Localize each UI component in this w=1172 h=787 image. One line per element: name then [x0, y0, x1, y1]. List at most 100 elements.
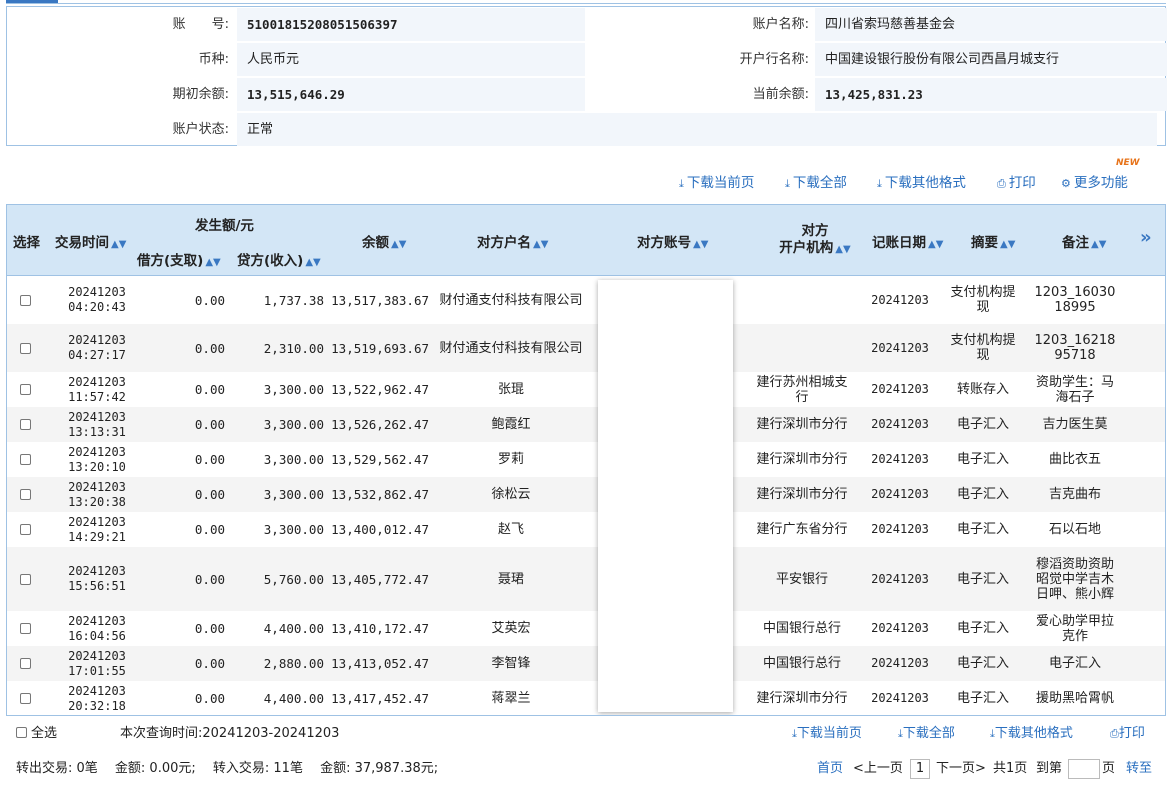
- row-summary: 电子汇入: [956, 621, 1009, 636]
- row-select[interactable]: [20, 646, 36, 681]
- print-button[interactable]: ⎙ 打印: [997, 172, 1036, 194]
- col-balance[interactable]: 余额 ▲▼: [362, 231, 406, 251]
- row-time: 20241203 04:27:17: [68, 333, 126, 362]
- current-balance-value: 13,425,831.23: [815, 78, 1167, 111]
- row-time: 20241203 13:13:31: [68, 409, 126, 439]
- table-row: 20241203 20:32:18 0.00 4,400.00 13,417,452.4…: [7, 681, 1165, 715]
- row-debit: 0.00: [194, 487, 225, 502]
- select-all-checkbox[interactable]: [16, 727, 27, 738]
- row-checkbox[interactable]: [20, 658, 31, 669]
- row-debit: 0.00: [194, 292, 225, 308]
- download-other-format-button[interactable]: ⤓ 下载其他格式: [877, 172, 966, 194]
- row-select[interactable]: [20, 681, 36, 715]
- download-icon: ⤓: [877, 177, 882, 190]
- row-balance: 13,417,452.47: [331, 691, 429, 706]
- row-checkbox[interactable]: [20, 693, 31, 704]
- footer-print-button[interactable]: ⎙打印: [1110, 724, 1145, 744]
- row-checkbox[interactable]: [20, 419, 31, 430]
- download-page-button[interactable]: ⤓ 下载当前页: [679, 172, 754, 194]
- select-all[interactable]: 全选: [16, 724, 57, 744]
- row-counterparty-bank: 建行深圳市分行: [756, 487, 848, 502]
- goto-button[interactable]: 转至: [1126, 759, 1152, 779]
- row-select[interactable]: [20, 276, 36, 324]
- col-time[interactable]: 交易时间 ▲▼: [55, 231, 126, 251]
- row-checkbox[interactable]: [20, 384, 31, 395]
- next-page-link[interactable]: 下一页>: [936, 759, 986, 779]
- row-time: 20241203 15:56:51: [68, 564, 126, 593]
- row-select[interactable]: [20, 442, 36, 477]
- bank-name-label: 开户行名称:: [739, 52, 809, 67]
- col-credit[interactable]: 贷方(收入) ▲▼: [237, 249, 321, 269]
- row-select[interactable]: [20, 512, 36, 547]
- row-credit: 5,760.00: [263, 571, 324, 587]
- current-page: 1: [910, 759, 930, 779]
- sort-icon: ▲▼: [205, 257, 221, 268]
- sort-icon: ▲▼: [693, 239, 709, 250]
- footer-download-other-button[interactable]: ⤓下载其他格式: [990, 724, 1073, 744]
- account-name-label: 账户名称:: [752, 17, 809, 32]
- col-debit[interactable]: 借方(支取) ▲▼: [137, 249, 221, 269]
- row-counterparty-name: 财付通支付科技有限公司: [439, 340, 583, 356]
- sort-icon: ▲▼: [111, 239, 127, 250]
- col-select: 选择: [13, 235, 40, 251]
- row-select[interactable]: [20, 407, 36, 442]
- row-select[interactable]: [20, 324, 36, 372]
- row-select[interactable]: [20, 477, 36, 512]
- download-all-button[interactable]: ⤓ 下载全部: [785, 172, 847, 194]
- col-counterparty-account[interactable]: 对方账号 ▲▼: [637, 231, 708, 251]
- table-row: 20241203 13:20:38 0.00 3,300.00 13,532,862.4…: [7, 477, 1165, 512]
- row-note: 吉克曲布: [1048, 487, 1101, 502]
- row-post-date: 20241203: [871, 522, 929, 536]
- row-credit: 2,310.00: [263, 340, 324, 356]
- table-row: 20241203 15:56:51 0.00 5,760.00 13,405,772.4…: [7, 547, 1165, 611]
- row-select[interactable]: [20, 547, 36, 611]
- row-time: 20241203 14:29:21: [68, 514, 126, 544]
- row-balance: 13,405,772.47: [331, 571, 429, 587]
- row-checkbox[interactable]: [20, 623, 31, 634]
- col-counterparty-bank[interactable]: 对方 开户机构 ▲▼: [775, 223, 855, 258]
- account-no-value: 51001815208051506397: [237, 8, 585, 41]
- col-post-date[interactable]: 记账日期 ▲▼: [872, 231, 943, 251]
- row-credit: 3,300.00: [263, 452, 324, 467]
- printer-icon: ⎙: [1110, 727, 1119, 740]
- row-counterparty-name: 徐松云: [491, 487, 531, 502]
- row-summary: 支付机构提现: [950, 333, 1016, 363]
- sort-icon: ▲▼: [305, 257, 321, 268]
- footer-download-page-button[interactable]: ⤓下载当前页: [792, 724, 862, 744]
- row-select[interactable]: [20, 611, 36, 646]
- col-summary[interactable]: 摘要 ▲▼: [971, 231, 1015, 251]
- row-debit: 0.00: [194, 417, 225, 432]
- row-credit: 2,880.00: [263, 656, 324, 671]
- row-debit: 0.00: [194, 452, 225, 467]
- row-counterparty-bank: 中国银行总行: [762, 621, 841, 636]
- row-checkbox[interactable]: [20, 454, 31, 465]
- row-time: 20241203 13:20:38: [68, 479, 126, 509]
- tab-divider: [6, 3, 1166, 4]
- currency-label: 币种:: [198, 52, 229, 67]
- prev-page-link[interactable]: <上一页: [853, 759, 903, 779]
- footer-download-all-button[interactable]: ⤓下载全部: [898, 724, 955, 744]
- more-functions-button[interactable]: ⚙ 更多功能: [1061, 172, 1128, 194]
- row-counterparty-name: 鲍霞红: [491, 417, 531, 432]
- goto-page-input[interactable]: [1068, 759, 1100, 779]
- row-checkbox[interactable]: [20, 524, 31, 535]
- row-select[interactable]: [20, 372, 36, 407]
- row-time: 20241203 20:32:18: [68, 683, 126, 713]
- account-info-panel: 账 号: 51001815208051506397 账户名称: 四川省索玛慈善基…: [6, 6, 1167, 146]
- query-time: 本次查询时间:20241203-20241203: [120, 726, 340, 741]
- first-page-link[interactable]: 首页: [817, 759, 843, 779]
- col-note[interactable]: 备注 ▲▼: [1062, 231, 1106, 251]
- row-checkbox[interactable]: [20, 294, 31, 306]
- row-checkbox[interactable]: [20, 342, 31, 354]
- row-post-date: 20241203: [871, 656, 929, 670]
- current-balance-label: 当前余额:: [752, 87, 809, 102]
- sort-icon: ▲▼: [1091, 239, 1107, 250]
- col-counterparty-name[interactable]: 对方户名 ▲▼: [477, 231, 548, 251]
- expand-columns-icon[interactable]: »: [1140, 227, 1152, 248]
- row-counterparty-bank: 建行苏州相城支行: [756, 374, 848, 405]
- opening-balance-label: 期初余额:: [172, 87, 229, 102]
- row-summary: 电子汇入: [956, 487, 1009, 502]
- row-checkbox[interactable]: [20, 573, 31, 585]
- row-checkbox[interactable]: [20, 489, 31, 500]
- col-amount-group: 发生额/元: [195, 218, 254, 234]
